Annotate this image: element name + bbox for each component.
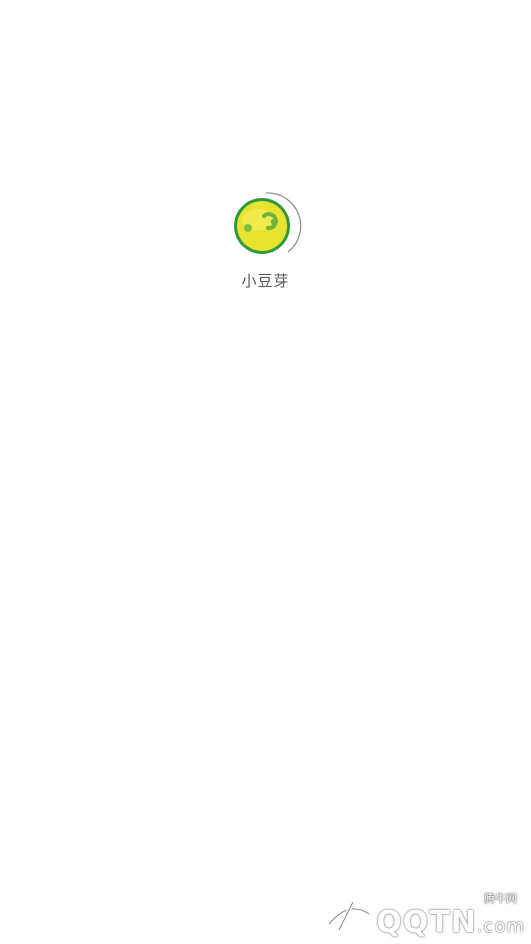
watermark-brand: QQTN bbox=[376, 905, 477, 940]
watermark: 腾牛网 QQTN.com bbox=[315, 888, 525, 940]
watermark-suffix: .com bbox=[476, 916, 525, 937]
watermark-logo-icon bbox=[327, 900, 371, 932]
splash-screen: 小豆芽 腾牛网 QQTN.com bbox=[0, 0, 531, 944]
app-name-label: 小豆芽 bbox=[241, 272, 290, 290]
app-logo-icon bbox=[230, 190, 302, 262]
splash-content: 小豆芽 bbox=[0, 190, 531, 291]
watermark-en-label: QQTN.com bbox=[376, 905, 525, 940]
watermark-cn-label: 腾牛网 bbox=[484, 892, 517, 905]
